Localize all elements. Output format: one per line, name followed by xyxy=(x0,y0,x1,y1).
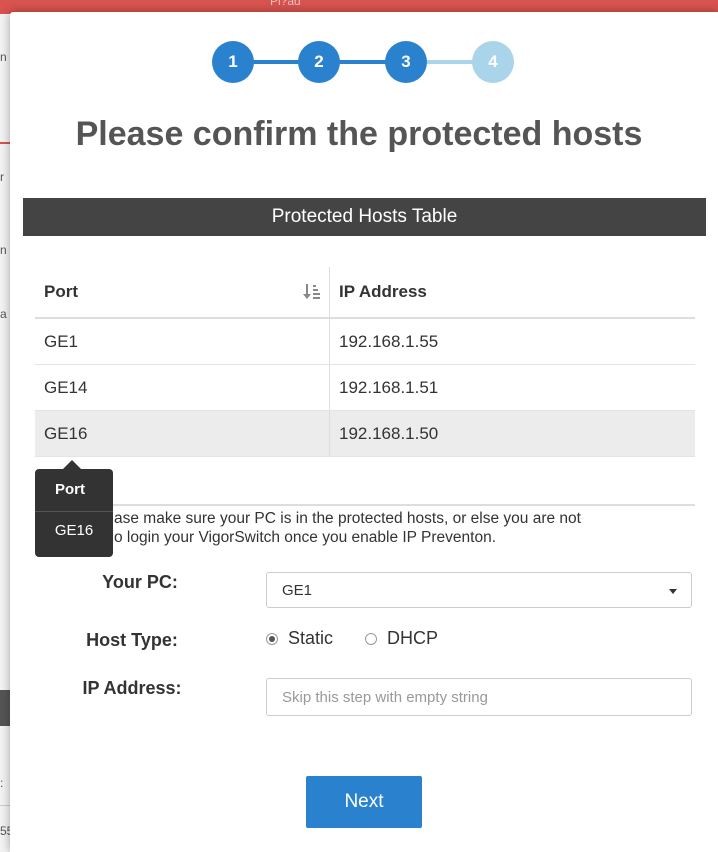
radio-label: DHCP xyxy=(387,628,439,648)
step-1-indicator: 1 xyxy=(212,41,254,83)
next-button[interactable]: Next xyxy=(306,776,422,828)
tooltip-value: GE16 xyxy=(54,522,94,539)
host-type-dhcp-radio[interactable]: DHCP xyxy=(365,628,438,649)
chevron-down-icon xyxy=(669,589,677,594)
your-pc-selected-value: GE1 xyxy=(282,582,313,599)
cell-port: GE1 xyxy=(35,318,330,365)
column-header-ip[interactable]: IP Address xyxy=(329,267,695,319)
wizard-stepper: 1 2 3 4 xyxy=(210,38,530,86)
notice-text: ase make sure your PC is in the protecte… xyxy=(114,509,694,547)
cell-port: GE16 xyxy=(35,410,330,457)
table-row[interactable]: GE14 192.168.1.51 xyxy=(35,364,695,411)
your-pc-select[interactable]: GE1 xyxy=(266,572,692,608)
page-title: Please confirm the protected hosts xyxy=(75,115,643,153)
ip-address-label: IP Address: xyxy=(82,678,182,698)
step-3-indicator: 3 xyxy=(385,41,427,83)
cell-ip: 192.168.1.51 xyxy=(329,364,695,411)
section-divider xyxy=(35,504,695,506)
tooltip-divider xyxy=(35,511,113,512)
step-2-indicator: 2 xyxy=(298,41,340,83)
protected-hosts-table: Port IP Address GE1 192.168.1.55 GE14 19… xyxy=(35,267,695,457)
sort-numeric-desc-icon[interactable] xyxy=(303,283,321,306)
table-row[interactable]: GE16 192.168.1.50 xyxy=(35,410,695,457)
your-pc-label: Your PC: xyxy=(102,572,178,592)
radio-label: Static xyxy=(288,628,334,648)
column-header-label: Port xyxy=(44,282,78,301)
background-topbar-text: Pl?ad xyxy=(270,0,301,8)
wizard-modal: 1 2 3 4 Please confirm the protected hos… xyxy=(10,12,718,852)
column-header-port[interactable]: Port xyxy=(35,267,330,319)
notice-line: ase make sure your PC is in the protecte… xyxy=(114,510,581,527)
ip-address-input[interactable] xyxy=(266,678,692,716)
table-row[interactable]: GE1 192.168.1.55 xyxy=(35,318,695,365)
cell-port: GE14 xyxy=(35,364,330,411)
host-type-static-radio[interactable]: Static xyxy=(266,628,333,649)
tooltip-title: Port xyxy=(55,481,85,498)
step-4-indicator: 4 xyxy=(472,41,514,83)
host-type-label: Host Type: xyxy=(86,630,178,650)
radio-checked-icon[interactable] xyxy=(266,632,278,645)
table-caption: Protected Hosts Table xyxy=(23,198,706,236)
cell-ip: 192.168.1.50 xyxy=(329,410,695,457)
cell-ip: 192.168.1.55 xyxy=(329,318,695,365)
table-header-row: Port IP Address xyxy=(35,267,695,319)
radio-unchecked-icon[interactable] xyxy=(365,632,377,645)
notice-line: o login your VigorSwitch once you enable… xyxy=(114,529,497,546)
cell-tooltip: Port GE16 xyxy=(35,460,113,557)
